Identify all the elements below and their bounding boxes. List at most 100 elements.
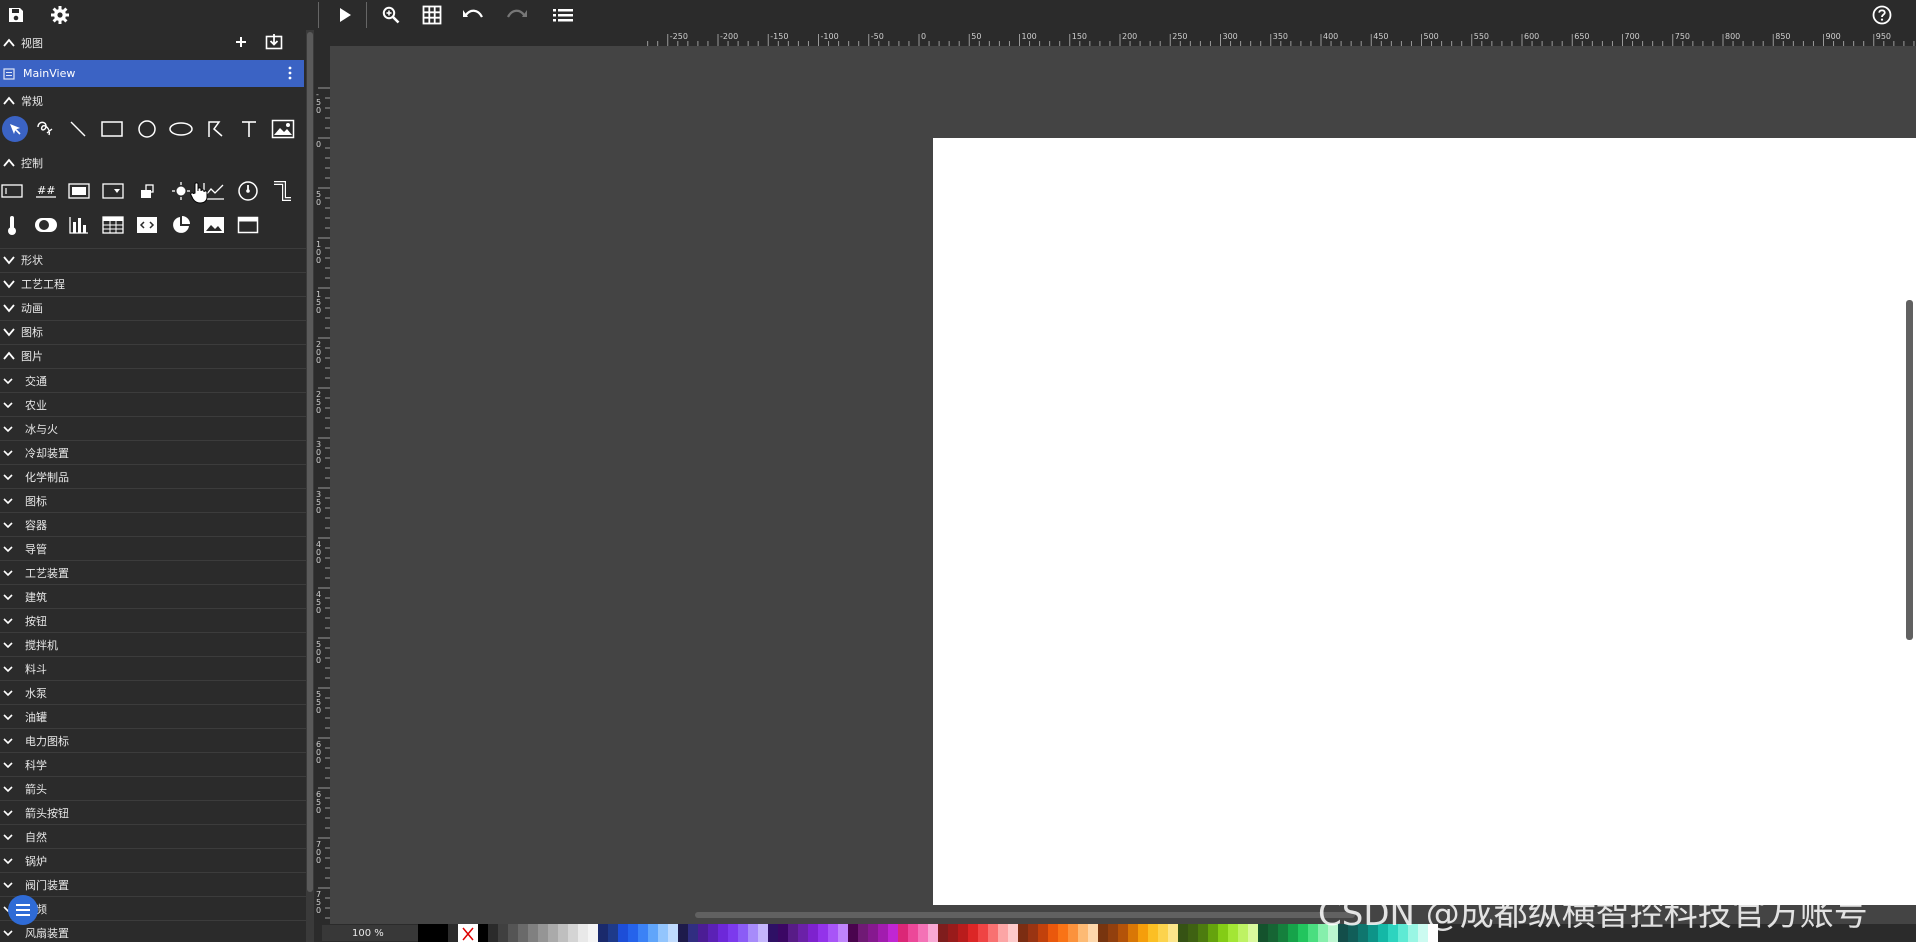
control-section-header[interactable]: 控制 bbox=[0, 152, 306, 174]
color-swatch[interactable] bbox=[598, 924, 608, 942]
color-swatch[interactable] bbox=[1168, 924, 1178, 942]
color-swatch[interactable] bbox=[1148, 924, 1158, 942]
color-swatch[interactable] bbox=[628, 924, 638, 942]
canvas-vertical-scrollbar[interactable] bbox=[1906, 300, 1913, 640]
color-swatch[interactable] bbox=[878, 924, 888, 942]
color-swatch[interactable] bbox=[768, 924, 778, 942]
add-icon[interactable] bbox=[233, 34, 249, 53]
color-swatch[interactable] bbox=[538, 924, 548, 942]
color-swatch[interactable] bbox=[1158, 924, 1168, 942]
category-item[interactable]: 化学制品 bbox=[0, 464, 306, 488]
color-swatch[interactable] bbox=[1038, 924, 1048, 942]
color-swatch[interactable] bbox=[1078, 924, 1088, 942]
color-swatch[interactable] bbox=[748, 924, 758, 942]
color-swatch[interactable] bbox=[1108, 924, 1118, 942]
color-swatch[interactable] bbox=[958, 924, 968, 942]
category-item[interactable]: 阀门装置 bbox=[0, 872, 306, 896]
color-swatch[interactable] bbox=[558, 924, 568, 942]
category-item[interactable]: 建筑 bbox=[0, 584, 306, 608]
category-item[interactable]: 容器 bbox=[0, 512, 306, 536]
category-item[interactable]: 风扇装置 bbox=[0, 920, 306, 942]
button-icon[interactable] bbox=[64, 176, 94, 206]
category-item[interactable]: 自然 bbox=[0, 824, 306, 848]
category-item[interactable]: 冷却装置 bbox=[0, 440, 306, 464]
color-swatch[interactable] bbox=[638, 924, 648, 942]
select-icon[interactable] bbox=[0, 114, 30, 144]
color-swatch[interactable] bbox=[418, 924, 428, 942]
color-swatch[interactable] bbox=[548, 924, 558, 942]
color-swatch[interactable] bbox=[1048, 924, 1058, 942]
color-swatch[interactable] bbox=[1188, 924, 1198, 942]
color-swatch[interactable] bbox=[1228, 924, 1238, 942]
color-swatch[interactable] bbox=[1288, 924, 1298, 942]
color-swatch[interactable] bbox=[1018, 924, 1028, 942]
section-shapes[interactable]: 形状 bbox=[0, 248, 306, 270]
category-item[interactable]: 按钮 bbox=[0, 608, 306, 632]
category-item[interactable]: 农业 bbox=[0, 392, 306, 416]
color-swatch[interactable] bbox=[1138, 924, 1148, 942]
category-item[interactable]: 科学 bbox=[0, 752, 306, 776]
no-color-icon[interactable] bbox=[462, 926, 474, 942]
color-swatch[interactable] bbox=[578, 924, 588, 942]
category-item[interactable]: 箭头 bbox=[0, 776, 306, 800]
color-swatch[interactable] bbox=[648, 924, 658, 942]
color-swatch[interactable] bbox=[918, 924, 928, 942]
section-animation[interactable]: 动画 bbox=[0, 296, 306, 318]
color-swatch[interactable] bbox=[1088, 924, 1098, 942]
color-swatch[interactable] bbox=[758, 924, 768, 942]
color-swatch[interactable] bbox=[848, 924, 858, 942]
color-swatch[interactable] bbox=[808, 924, 818, 942]
freehand-icon[interactable] bbox=[30, 114, 60, 144]
gauge-icon[interactable] bbox=[233, 176, 263, 206]
general-section-header[interactable]: 常规 bbox=[0, 90, 306, 112]
color-swatch[interactable] bbox=[588, 924, 598, 942]
view-item-mainview[interactable]: MainView bbox=[0, 60, 304, 87]
category-item[interactable]: 视频 bbox=[0, 896, 306, 920]
color-swatch[interactable] bbox=[818, 924, 828, 942]
section-images[interactable]: 图片 bbox=[0, 344, 306, 366]
color-swatch[interactable] bbox=[448, 924, 458, 942]
color-swatch[interactable] bbox=[688, 924, 698, 942]
color-swatch[interactable] bbox=[508, 924, 518, 942]
help-icon[interactable] bbox=[1868, 2, 1896, 28]
color-swatch[interactable] bbox=[698, 924, 708, 942]
redo-icon[interactable] bbox=[503, 2, 531, 28]
color-swatch[interactable] bbox=[608, 924, 618, 942]
color-swatch[interactable] bbox=[708, 924, 718, 942]
color-swatch[interactable] bbox=[1208, 924, 1218, 942]
color-swatch[interactable] bbox=[1308, 924, 1318, 942]
category-item[interactable]: 导管 bbox=[0, 536, 306, 560]
rectangle-icon[interactable] bbox=[97, 114, 127, 144]
color-swatch[interactable] bbox=[678, 924, 688, 942]
table-icon[interactable] bbox=[98, 210, 128, 240]
zoom-icon[interactable] bbox=[377, 2, 405, 28]
ellipse-icon[interactable] bbox=[166, 114, 196, 144]
color-swatch[interactable] bbox=[1068, 924, 1078, 942]
color-swatch[interactable] bbox=[438, 924, 448, 942]
list-icon[interactable] bbox=[549, 2, 577, 28]
color-swatch[interactable] bbox=[968, 924, 978, 942]
pipe-icon[interactable] bbox=[267, 176, 297, 206]
more-vertical-icon[interactable] bbox=[288, 66, 292, 83]
category-item[interactable]: 搅拌机 bbox=[0, 632, 306, 656]
color-swatch[interactable] bbox=[1238, 924, 1248, 942]
menu-fab-button[interactable] bbox=[8, 895, 38, 925]
color-swatch[interactable] bbox=[428, 924, 438, 942]
polyline-icon[interactable] bbox=[200, 114, 230, 144]
category-item[interactable]: 交通 bbox=[0, 368, 306, 392]
color-swatch[interactable] bbox=[998, 924, 1008, 942]
color-swatch[interactable] bbox=[568, 924, 578, 942]
pie-chart-icon[interactable] bbox=[166, 210, 196, 240]
save-icon[interactable] bbox=[2, 2, 30, 28]
category-item[interactable]: 锅炉 bbox=[0, 848, 306, 872]
color-swatch[interactable] bbox=[498, 924, 508, 942]
color-swatch[interactable] bbox=[668, 924, 678, 942]
color-swatch[interactable] bbox=[1268, 924, 1278, 942]
text-icon[interactable] bbox=[234, 114, 264, 144]
category-item[interactable]: 图标 bbox=[0, 488, 306, 512]
section-process[interactable]: 工艺工程 bbox=[0, 272, 306, 294]
dropdown-icon[interactable] bbox=[98, 176, 128, 206]
category-item[interactable]: 电力图标 bbox=[0, 728, 306, 752]
thermometer-icon[interactable] bbox=[0, 210, 27, 240]
color-swatch[interactable] bbox=[738, 924, 748, 942]
